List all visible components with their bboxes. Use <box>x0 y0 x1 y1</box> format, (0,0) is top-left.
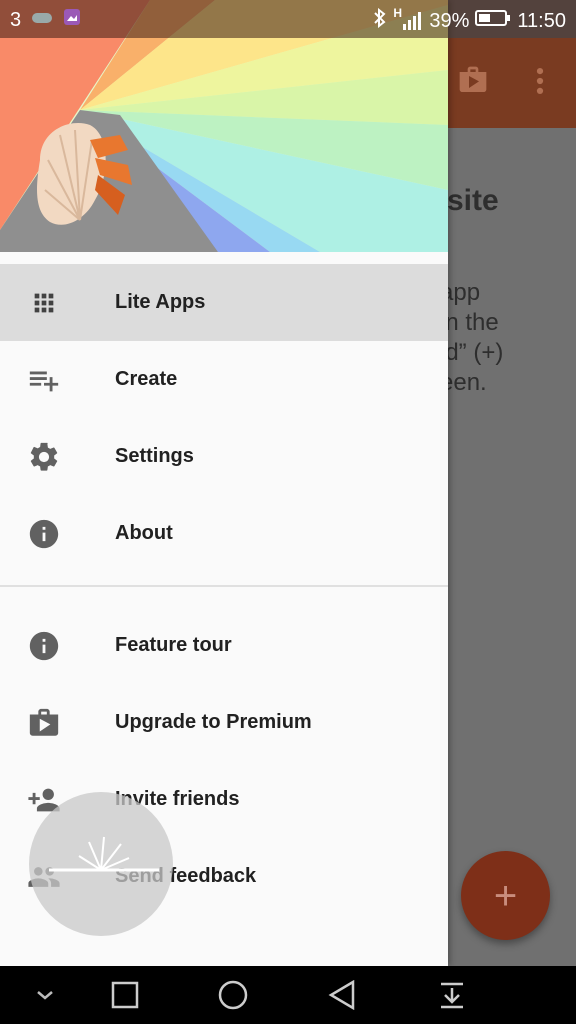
recents-icon[interactable] <box>110 980 140 1010</box>
shop-icon <box>26 705 62 741</box>
touch-ripple <box>29 792 173 936</box>
shop-icon[interactable] <box>456 64 490 101</box>
notification-pulldown-icon[interactable] <box>437 980 467 1010</box>
menu-item-upgrade[interactable]: Upgrade to Premium <box>0 684 448 761</box>
plus-icon: + <box>493 873 518 918</box>
menu-item-label: About <box>115 522 173 544</box>
menu-item-create[interactable]: Create <box>0 341 448 418</box>
menu-item-settings[interactable]: Settings <box>0 418 448 495</box>
menu-divider <box>0 585 448 587</box>
menu-item-lite-apps[interactable]: Lite Apps <box>0 264 448 341</box>
add-button[interactable]: + <box>461 851 550 940</box>
bluetooth-icon <box>373 7 387 34</box>
battery-percent: 39% <box>429 9 470 32</box>
notification-count: 3 <box>10 8 22 31</box>
signal-icon: H <box>393 6 423 32</box>
system-nav-bar <box>0 966 576 1024</box>
app-notification-icon <box>31 9 53 32</box>
menu-item-label: Feature tour <box>115 634 232 656</box>
gallery-notification-icon <box>63 8 81 32</box>
navigation-drawer: Lite Apps Create Settings About Feature … <box>0 0 448 966</box>
home-icon[interactable] <box>218 980 248 1010</box>
menu-item-label: Lite Apps <box>115 291 206 313</box>
menu-item-label: Settings <box>115 445 194 467</box>
menu-item-feature-tour[interactable]: Feature tour <box>0 607 448 684</box>
menu-item-label: Upgrade to Premium <box>115 711 312 733</box>
info-icon <box>26 516 62 552</box>
battery-icon <box>475 9 511 33</box>
apps-grid-icon <box>26 285 62 321</box>
clock: 11:50 <box>517 9 566 32</box>
background-text: app in the ld” (+) een. <box>440 279 504 396</box>
gear-icon <box>26 439 62 475</box>
playlist-add-icon <box>26 362 62 398</box>
menu-item-label: Create <box>115 368 178 390</box>
info-icon <box>26 628 62 664</box>
back-icon[interactable] <box>327 980 357 1010</box>
more-vert-icon[interactable] <box>530 64 550 103</box>
status-bar: 3 H 39% 11:50 <box>0 0 576 38</box>
menu-item-about[interactable]: About <box>0 495 448 572</box>
background-title: site <box>447 184 499 217</box>
chevron-down-icon[interactable] <box>30 980 60 1010</box>
